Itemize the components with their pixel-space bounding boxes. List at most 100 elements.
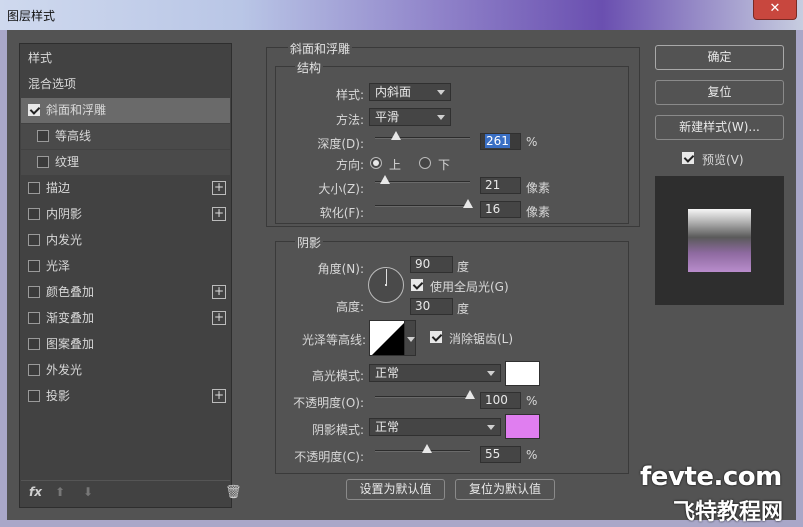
reset-default-button[interactable]: 复位为默认值 bbox=[455, 479, 555, 500]
shadow-opacity-unit: % bbox=[526, 448, 538, 462]
sidebar-item[interactable]: 渐变叠加 + bbox=[21, 306, 230, 331]
sidebar-item-checkbox[interactable] bbox=[28, 208, 40, 220]
add-effect-plus-icon[interactable]: + bbox=[212, 285, 226, 299]
anti-alias-label: 消除锯齿(L) bbox=[449, 332, 514, 346]
technique-select[interactable]: 平滑 bbox=[369, 108, 451, 126]
soften-input[interactable]: 16 bbox=[480, 201, 521, 218]
sidebar-toolbar: fx ⬆ ⬇ 🗑 bbox=[21, 480, 242, 506]
depth-unit: % bbox=[526, 135, 538, 149]
shadow-mode-select[interactable]: 正常 bbox=[369, 418, 501, 436]
shadow-opacity-label: 不透明度(C): bbox=[294, 450, 364, 464]
angle-label: 角度(N): bbox=[317, 262, 364, 276]
sidebar-item-checkbox[interactable] bbox=[37, 156, 49, 168]
sidebar-item-checkbox[interactable] bbox=[28, 390, 40, 402]
close-button[interactable]: ✕ bbox=[753, 0, 797, 20]
make-default-button[interactable]: 设置为默认值 bbox=[346, 479, 445, 500]
angle-dial[interactable] bbox=[368, 267, 404, 303]
fx-button[interactable]: fx bbox=[29, 485, 42, 499]
preview-checkbox[interactable] bbox=[682, 152, 694, 164]
sidebar-item-label: 外发光 bbox=[46, 363, 83, 377]
watermark-url: fevte.com bbox=[640, 462, 782, 492]
gloss-contour-picker[interactable] bbox=[369, 320, 405, 356]
sidebar-item[interactable]: 光泽 bbox=[21, 254, 230, 279]
sidebar-item-label: 纹理 bbox=[55, 155, 80, 169]
direction-down-radio[interactable] bbox=[419, 157, 431, 169]
sidebar-item-label: 内阴影 bbox=[46, 207, 83, 221]
sidebar-item[interactable]: 纹理 bbox=[21, 150, 230, 175]
add-effect-plus-icon[interactable]: + bbox=[212, 207, 226, 221]
soften-unit: 像素 bbox=[526, 205, 551, 219]
sidebar-item-checkbox[interactable] bbox=[28, 286, 40, 298]
sidebar-item-label: 斜面和浮雕 bbox=[46, 103, 107, 117]
depth-slider-thumb[interactable] bbox=[390, 131, 401, 140]
close-icon: ✕ bbox=[769, 1, 781, 16]
sidebar-item[interactable]: 混合选项 bbox=[21, 72, 230, 97]
angle-input[interactable]: 90 bbox=[410, 256, 453, 273]
size-slider-thumb[interactable] bbox=[379, 175, 390, 184]
shading-title: 阴影 bbox=[295, 234, 324, 251]
sidebar-item-checkbox[interactable] bbox=[28, 182, 40, 194]
direction-up-radio[interactable] bbox=[370, 157, 382, 169]
highlight-opacity-input[interactable]: 100 bbox=[480, 392, 521, 409]
sidebar-item[interactable]: 外发光 bbox=[21, 358, 230, 383]
gloss-contour-dropdown[interactable] bbox=[404, 320, 416, 356]
size-slider[interactable] bbox=[375, 175, 470, 184]
sidebar-item-checkbox[interactable] bbox=[28, 312, 40, 324]
preview-thumbnail bbox=[688, 209, 751, 272]
trash-icon[interactable]: 🗑 bbox=[225, 485, 242, 500]
watermark-site-name: 飞特教程网 bbox=[673, 500, 784, 525]
sidebar-item-label: 光泽 bbox=[46, 259, 71, 273]
sidebar-item-checkbox[interactable] bbox=[28, 104, 40, 116]
style-label: 样式: bbox=[335, 88, 364, 102]
reset-button[interactable]: 复位 bbox=[655, 80, 784, 105]
soften-label: 软化(F): bbox=[319, 206, 364, 220]
shadow-opacity-input[interactable]: 55 bbox=[480, 446, 521, 463]
soften-slider[interactable] bbox=[375, 199, 474, 208]
sidebar-item[interactable]: 投影 + bbox=[21, 384, 230, 409]
direction-up-label: 上 bbox=[389, 158, 402, 172]
ok-button[interactable]: 确定 bbox=[655, 45, 784, 70]
size-input[interactable]: 21 bbox=[480, 177, 521, 194]
shadow-opacity-thumb[interactable] bbox=[422, 444, 433, 453]
move-up-icon[interactable]: ⬆ bbox=[55, 485, 65, 499]
sidebar-item[interactable]: 内发光 bbox=[21, 228, 230, 253]
sidebar-item-checkbox[interactable] bbox=[28, 364, 40, 376]
style-select[interactable]: 内斜面 bbox=[369, 83, 451, 101]
altitude-input[interactable]: 30 bbox=[410, 298, 453, 315]
add-effect-plus-icon[interactable]: + bbox=[212, 389, 226, 403]
highlight-color-swatch[interactable] bbox=[505, 361, 540, 386]
sidebar-item-checkbox[interactable] bbox=[37, 130, 49, 142]
preview-label: 预览(V) bbox=[702, 153, 744, 167]
sidebar-item[interactable]: 样式 bbox=[21, 46, 230, 71]
sidebar-item[interactable]: 图案叠加 bbox=[21, 332, 230, 357]
highlight-mode-label: 高光模式: bbox=[311, 369, 364, 383]
sidebar-item-label: 混合选项 bbox=[28, 77, 77, 91]
new-style-button[interactable]: 新建样式(W)... bbox=[655, 115, 784, 140]
move-down-icon[interactable]: ⬇ bbox=[83, 485, 93, 499]
direction-down-label: 下 bbox=[438, 158, 451, 172]
sidebar-item[interactable]: 内阴影 + bbox=[21, 202, 230, 227]
shadow-color-swatch[interactable] bbox=[505, 414, 540, 439]
altitude-unit: 度 bbox=[457, 302, 470, 316]
angle-unit: 度 bbox=[457, 260, 470, 274]
sidebar-item-checkbox[interactable] bbox=[28, 338, 40, 350]
depth-slider[interactable] bbox=[375, 131, 470, 140]
soften-slider-thumb[interactable] bbox=[463, 199, 474, 208]
shadow-opacity-slider[interactable] bbox=[375, 444, 470, 453]
add-effect-plus-icon[interactable]: + bbox=[212, 311, 226, 325]
anti-alias-checkbox[interactable] bbox=[430, 331, 442, 343]
depth-input[interactable]: 261 bbox=[480, 133, 521, 150]
sidebar-item-label: 颜色叠加 bbox=[46, 285, 95, 299]
global-light-checkbox[interactable] bbox=[411, 279, 423, 291]
add-effect-plus-icon[interactable]: + bbox=[212, 181, 226, 195]
sidebar-item[interactable]: 斜面和浮雕 bbox=[21, 98, 230, 123]
size-unit: 像素 bbox=[526, 181, 551, 195]
highlight-opacity-slider[interactable] bbox=[375, 390, 475, 399]
sidebar-item[interactable]: 描边 + bbox=[21, 176, 230, 201]
sidebar-item[interactable]: 等高线 bbox=[21, 124, 230, 149]
highlight-opacity-thumb[interactable] bbox=[465, 390, 475, 399]
sidebar-item-checkbox[interactable] bbox=[28, 234, 40, 246]
highlight-mode-select[interactable]: 正常 bbox=[369, 364, 501, 382]
sidebar-item-checkbox[interactable] bbox=[28, 260, 40, 272]
sidebar-item[interactable]: 颜色叠加 + bbox=[21, 280, 230, 305]
